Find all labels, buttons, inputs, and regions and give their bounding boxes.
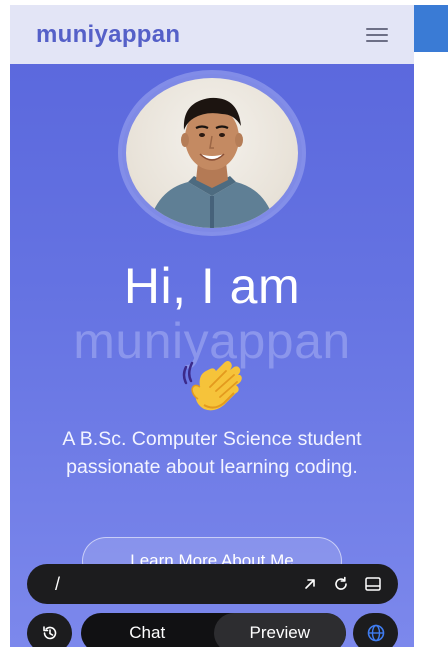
hero-greeting: Hi, I am (123, 258, 301, 314)
site-header: muniyappan (10, 5, 414, 64)
reload-icon[interactable] (332, 575, 350, 593)
globe-button[interactable] (353, 613, 398, 647)
history-icon (42, 626, 56, 640)
profile-avatar (122, 74, 302, 232)
profile-photo (126, 78, 298, 228)
person-portrait-illustration (148, 97, 276, 228)
chat-preview-toggle: Chat Preview (81, 613, 346, 647)
panel-icon[interactable] (364, 575, 382, 593)
tab-preview[interactable]: Preview (213, 613, 346, 647)
globe-icon (367, 624, 384, 642)
hamburger-menu-icon[interactable] (366, 27, 388, 43)
waving-hand-icon (182, 361, 242, 411)
side-gap (414, 52, 448, 647)
url-actions (302, 575, 382, 593)
site-preview: muniyappan Hi, I am muniyappan A B.Sc. C… (10, 5, 414, 647)
arrow-up-right-icon[interactable] (302, 576, 318, 592)
hero-description: A B.Sc. Computer Science student passion… (62, 428, 362, 478)
side-accent-strip (414, 5, 448, 52)
tab-chat[interactable]: Chat (81, 613, 214, 647)
url-path[interactable]: / (55, 574, 302, 595)
history-button[interactable] (27, 613, 72, 647)
brand-logo[interactable]: muniyappan (36, 21, 180, 49)
screen: muniyappan Hi, I am muniyappan A B.Sc. C… (0, 0, 448, 647)
url-bar[interactable]: / (27, 564, 398, 604)
